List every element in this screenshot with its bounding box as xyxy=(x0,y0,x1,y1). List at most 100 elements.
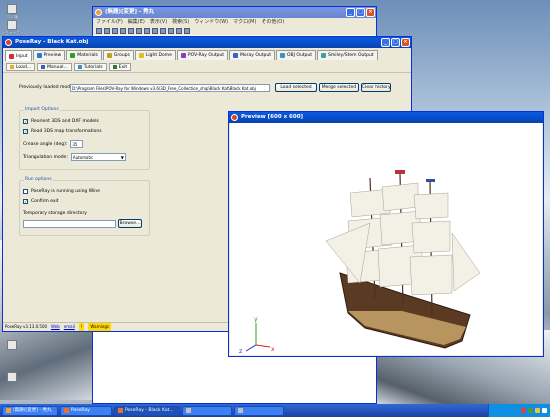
cut-icon[interactable] xyxy=(120,27,126,34)
chevron-down-icon: ▼ xyxy=(120,155,124,160)
confirm-exit-row[interactable]: ✓ Confirm exit xyxy=(23,199,59,205)
system-tray xyxy=(488,404,550,417)
triangulation-select[interactable]: Automatic ▼ xyxy=(70,153,126,161)
menu-other[interactable]: その他(O) xyxy=(261,18,284,26)
tab-label: Groups xyxy=(113,53,130,58)
tab-smiley-output[interactable]: Smiley/Stem Output xyxy=(317,50,378,60)
tray-icon[interactable] xyxy=(528,408,533,413)
obj-icon xyxy=(280,53,286,58)
preview-icon xyxy=(36,53,42,58)
minimize-button[interactable]: _ xyxy=(381,38,390,47)
temp-dir-row: Temporary storage directory xyxy=(23,211,87,216)
taskbar-item[interactable]: (無題)[変更] - 秀丸 xyxy=(2,405,58,416)
exit-button[interactable]: Exit xyxy=(108,63,132,71)
redo-icon[interactable] xyxy=(152,27,158,34)
load-selected-button[interactable]: Load selected xyxy=(275,83,317,92)
axis-x-label: x xyxy=(271,346,275,353)
tab-povray-output[interactable]: POV-Ray Output xyxy=(176,50,229,60)
taskbar-item[interactable]: PoseRay xyxy=(60,405,112,416)
poseray-titlebar[interactable]: PoseRay - Black Kat.obj _ □ × xyxy=(3,37,411,48)
confirm-exit-checkbox[interactable]: ✓ xyxy=(23,199,28,205)
tray-icon[interactable] xyxy=(535,408,540,413)
taskbar-item[interactable]: PoseRay - Black Kat... xyxy=(114,405,180,416)
reorient-checkbox[interactable]: ✓ xyxy=(23,119,28,125)
browse-button[interactable]: Browse... xyxy=(118,219,142,228)
grep-icon[interactable] xyxy=(176,27,182,34)
crease-angle-input[interactable]: 35 xyxy=(70,140,84,148)
wine-checkbox[interactable] xyxy=(23,189,28,194)
macro-icon[interactable] xyxy=(184,27,190,34)
replace-icon[interactable] xyxy=(168,27,174,34)
axes-gizmo: y x z xyxy=(239,316,275,355)
tab-light-dome[interactable]: Light Dome xyxy=(134,50,176,60)
poseray-app-icon xyxy=(5,39,12,46)
paste-icon[interactable] xyxy=(136,27,142,34)
read-3ds-row[interactable]: ✓ Read 3DS map transformations xyxy=(23,129,102,135)
menu-edit[interactable]: 編集(E) xyxy=(128,18,145,26)
exit-icon xyxy=(112,65,117,69)
manual-button[interactable]: Manual... xyxy=(37,63,72,71)
reorient-row[interactable]: ✓ Reorient 3DS and DXF models xyxy=(23,119,99,125)
manual-label: Manual... xyxy=(47,64,68,70)
run-options-title: Run options xyxy=(24,177,53,183)
taskbar-item[interactable] xyxy=(182,405,232,416)
close-button[interactable]: × xyxy=(366,8,375,17)
tab-obj-output[interactable]: OBJ Output xyxy=(276,50,317,60)
tab-moray-output[interactable]: Moray Output xyxy=(229,50,276,60)
book-icon xyxy=(41,65,46,69)
close-button[interactable]: × xyxy=(401,38,410,47)
taskbar: (無題)[変更] - 秀丸 PoseRay PoseRay - Black Ka… xyxy=(0,404,550,417)
maximize-button[interactable]: □ xyxy=(356,8,365,17)
tray-icon[interactable] xyxy=(542,408,547,413)
temp-dir-label: Temporary storage directory xyxy=(23,211,87,216)
menu-window[interactable]: ウィンドウ(W) xyxy=(194,18,228,26)
read-3ds-checkbox[interactable]: ✓ xyxy=(23,129,28,135)
undo-icon[interactable] xyxy=(144,27,150,34)
taskbar-item[interactable] xyxy=(234,405,284,416)
menu-view[interactable]: 表示(V) xyxy=(150,18,167,26)
editor-titlebar[interactable]: (無題)[変更] - 秀丸 _ □ × xyxy=(93,7,376,18)
web-link[interactable]: Web xyxy=(51,323,60,331)
app-icon xyxy=(95,9,102,16)
load-button[interactable]: Load... xyxy=(6,63,36,71)
open-icon[interactable] xyxy=(104,27,110,34)
menu-macro[interactable]: マクロ(M) xyxy=(233,18,256,26)
email-link[interactable]: email xyxy=(64,323,75,331)
tab-label: Input xyxy=(16,53,28,59)
tab-materials[interactable]: Materials xyxy=(66,50,102,60)
preview-titlebar[interactable]: Preview [600 x 600] xyxy=(229,112,543,123)
input-icon xyxy=(9,53,14,59)
document-icon xyxy=(7,340,17,350)
preview-canvas[interactable]: y x z xyxy=(230,123,542,355)
preview-window[interactable]: Preview [600 x 600] y x z xyxy=(228,111,544,357)
search-icon[interactable] xyxy=(160,27,166,34)
menu-file[interactable]: ファイル(F) xyxy=(96,18,123,26)
copy-icon[interactable] xyxy=(128,27,134,34)
tray-icon[interactable] xyxy=(521,408,526,413)
maximize-button[interactable]: □ xyxy=(391,38,400,47)
version-text: PoseRay v3.13.0.500 xyxy=(5,324,48,329)
model-path-select[interactable]: D:\Program Files\POV-Ray for Windows v3.… xyxy=(70,84,270,92)
tab-groups[interactable]: Groups xyxy=(102,50,134,60)
wine-row[interactable]: PoseRay is running using Wine xyxy=(23,189,100,194)
save-icon[interactable] xyxy=(112,27,118,34)
triangulation-value: Automatic xyxy=(72,155,94,160)
tab-input[interactable]: Input xyxy=(5,50,32,61)
menu-search[interactable]: 検索(S) xyxy=(172,18,189,26)
tab-preview[interactable]: Preview xyxy=(32,50,66,60)
desktop-icon[interactable] xyxy=(1,340,23,366)
menu-bar: ファイル(F) 編集(E) 表示(V) 検索(S) ウィンドウ(W) マクロ(M… xyxy=(93,18,376,26)
new-icon[interactable] xyxy=(96,27,102,34)
temp-dir-input[interactable] xyxy=(23,220,116,228)
light-icon xyxy=(138,53,144,58)
wine-label: PoseRay is running using Wine xyxy=(31,189,100,194)
desktop-icon[interactable] xyxy=(1,372,23,398)
clear-history-button[interactable]: Clear history xyxy=(361,83,391,92)
axis-z-label: z xyxy=(239,348,242,355)
merge-selected-button[interactable]: Merge selected xyxy=(319,83,359,92)
document-icon xyxy=(7,372,17,382)
folder-icon xyxy=(10,65,14,69)
tutorials-button[interactable]: Tutorials xyxy=(73,63,107,71)
warnings-text: Warnings xyxy=(88,323,111,331)
minimize-button[interactable]: _ xyxy=(346,8,355,17)
